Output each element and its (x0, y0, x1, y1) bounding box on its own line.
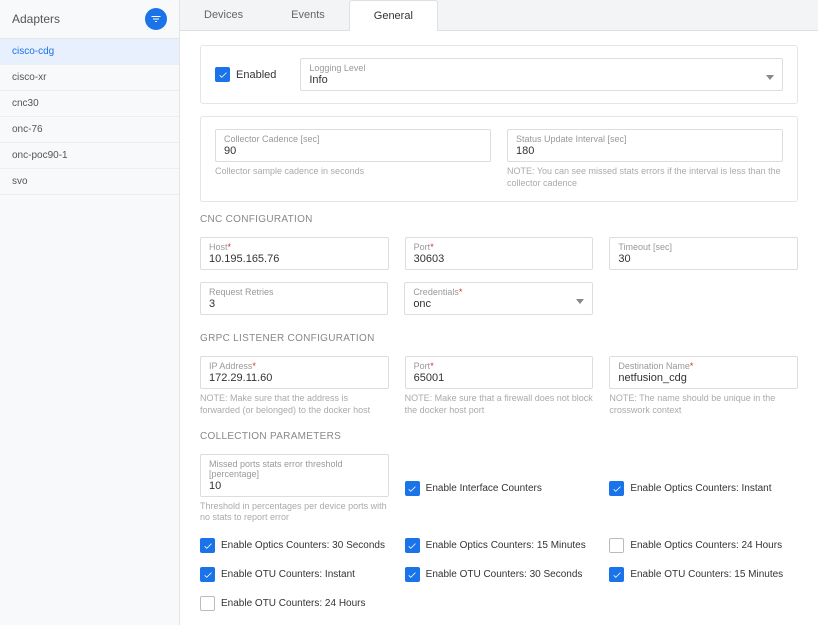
param-checkbox[interactable] (609, 481, 624, 496)
cnc-host-field[interactable]: Host* (200, 237, 389, 270)
tab-events[interactable]: Events (267, 0, 349, 30)
param-check-label: Enable Optics Counters: 24 Hours (630, 540, 782, 551)
threshold-field[interactable]: Missed ports stats error threshold [perc… (200, 454, 389, 497)
param-checkbox[interactable] (405, 538, 420, 553)
params-title: COLLECTION PARAMETERS (200, 431, 798, 442)
grpc-dest-field[interactable]: Destination Name* (609, 356, 798, 389)
grpc-port-input[interactable] (414, 372, 585, 384)
param-check-row: Enable Optics Counters: 15 Minutes (405, 538, 594, 553)
params-section: COLLECTION PARAMETERS Missed ports stats… (200, 431, 798, 611)
cnc-port-field[interactable]: Port* (405, 237, 594, 270)
param-checkbox[interactable] (200, 596, 215, 611)
cnc-port-input[interactable] (414, 253, 585, 265)
grpc-dest-note: NOTE: The name should be unique in the c… (609, 393, 798, 416)
grpc-title: GRPC LISTENER CONFIGURATION (200, 333, 798, 344)
threshold-note: Threshold in percentages per device port… (200, 501, 389, 524)
grpc-ip-input[interactable] (209, 372, 380, 384)
status-interval-note: NOTE: You can see missed stats errors if… (507, 166, 783, 189)
logging-level-value: Info (309, 74, 774, 86)
param-check-label: Enable Optics Counters: 15 Minutes (426, 540, 586, 551)
cnc-credentials-select[interactable]: Credentials* onc (404, 282, 592, 315)
collector-cadence-label: Collector Cadence [sec] (224, 134, 482, 144)
param-check-label: Enable OTU Counters: 15 Minutes (630, 569, 783, 580)
tab-devices[interactable]: Devices (180, 0, 267, 30)
status-interval-field[interactable]: Status Update Interval [sec] (507, 129, 783, 162)
param-check-row: Enable Optics Counters: 24 Hours (609, 538, 798, 553)
sidebar-title: Adapters (12, 12, 60, 26)
param-check-row: Enable Interface Counters (405, 481, 594, 496)
collector-cadence-input[interactable] (224, 145, 482, 157)
param-check-label: Enable OTU Counters: 30 Seconds (426, 569, 583, 580)
sidebar-item-onc-76[interactable]: onc-76 (0, 117, 179, 143)
status-interval-label: Status Update Interval [sec] (516, 134, 774, 144)
enabled-checkbox[interactable] (215, 67, 230, 82)
param-check-row: Enable OTU Counters: Instant (200, 567, 389, 582)
filter-icon[interactable] (145, 8, 167, 30)
collector-cadence-note: Collector sample cadence in seconds (215, 166, 491, 178)
grpc-port-field[interactable]: Port* (405, 356, 594, 389)
cnc-section: CNC CONFIGURATION Host* Port* (200, 214, 798, 319)
param-checkbox[interactable] (609, 538, 624, 553)
status-interval-input[interactable] (516, 145, 774, 157)
cnc-timeout-label: Timeout [sec] (618, 242, 789, 252)
cnc-retries-input[interactable] (209, 298, 379, 310)
logging-level-label: Logging Level (309, 63, 774, 73)
enabled-label: Enabled (236, 69, 276, 81)
param-checkbox[interactable] (609, 567, 624, 582)
logging-level-select[interactable]: Logging Level Info (300, 58, 783, 91)
cnc-credentials-value: onc (413, 298, 583, 310)
cnc-retries-field[interactable]: Request Retries (200, 282, 388, 315)
content: Enabled Logging Level Info Collector Cad… (180, 31, 818, 625)
param-check-label: Enable Interface Counters (426, 483, 542, 494)
sidebar-item-cisco-cdg[interactable]: cisco-cdg (0, 39, 179, 65)
param-check-label: Enable OTU Counters: 24 Hours (221, 598, 366, 609)
sidebar-item-cnc30[interactable]: cnc30 (0, 91, 179, 117)
param-check-row: Enable Optics Counters: Instant (609, 481, 798, 496)
grpc-ip-note: NOTE: Make sure that the address is forw… (200, 393, 389, 416)
param-check-row: Enable Optics Counters: 30 Seconds (200, 538, 389, 553)
param-check-row: Enable OTU Counters: 24 Hours (200, 596, 389, 611)
cnc-host-input[interactable] (209, 253, 380, 265)
param-check-row: Enable OTU Counters: 30 Seconds (405, 567, 594, 582)
param-check-label: Enable Optics Counters: Instant (630, 483, 771, 494)
cnc-timeout-field[interactable]: Timeout [sec] (609, 237, 798, 270)
param-check-label: Enable OTU Counters: Instant (221, 569, 355, 580)
tab-general[interactable]: General (349, 0, 438, 31)
grpc-section: GRPC LISTENER CONFIGURATION IP Address* … (200, 333, 798, 416)
cnc-title: CNC CONFIGURATION (200, 214, 798, 225)
param-checkbox[interactable] (200, 567, 215, 582)
threshold-label: Missed ports stats error threshold [perc… (209, 459, 380, 479)
tabs: DevicesEventsGeneral (180, 0, 818, 31)
sidebar-item-onc-poc90-1[interactable]: onc-poc90-1 (0, 143, 179, 169)
sidebar-header: Adapters (0, 0, 179, 39)
threshold-input[interactable] (209, 480, 380, 492)
cnc-port-label: Port* (414, 242, 585, 252)
sidebar: Adapters cisco-cdgcisco-xrcnc30onc-76onc… (0, 0, 180, 625)
param-check-label: Enable Optics Counters: 30 Seconds (221, 540, 385, 551)
cnc-host-label: Host* (209, 242, 380, 252)
param-checkbox[interactable] (200, 538, 215, 553)
cadence-section: Collector Cadence [sec] Collector sample… (200, 116, 798, 202)
param-checkbox[interactable] (405, 481, 420, 496)
enabled-checkbox-row: Enabled (215, 67, 276, 82)
grpc-port-label: Port* (414, 361, 585, 371)
sidebar-item-svo[interactable]: svo (0, 169, 179, 195)
cnc-credentials-label: Credentials* (413, 287, 583, 297)
cnc-retries-label: Request Retries (209, 287, 379, 297)
param-check-row: Enable OTU Counters: 15 Minutes (609, 567, 798, 582)
grpc-ip-field[interactable]: IP Address* (200, 356, 389, 389)
param-checkbox[interactable] (405, 567, 420, 582)
cnc-timeout-input[interactable] (618, 253, 789, 265)
sidebar-item-cisco-xr[interactable]: cisco-xr (0, 65, 179, 91)
adapter-list: cisco-cdgcisco-xrcnc30onc-76onc-poc90-1s… (0, 39, 179, 195)
collector-cadence-field[interactable]: Collector Cadence [sec] (215, 129, 491, 162)
main: DevicesEventsGeneral Enabled Logging Lev… (180, 0, 818, 625)
general-top-row: Enabled Logging Level Info (200, 45, 798, 104)
grpc-dest-input[interactable] (618, 372, 789, 384)
grpc-dest-label: Destination Name* (618, 361, 789, 371)
grpc-ip-label: IP Address* (209, 361, 380, 371)
grpc-port-note: NOTE: Make sure that a firewall does not… (405, 393, 594, 416)
